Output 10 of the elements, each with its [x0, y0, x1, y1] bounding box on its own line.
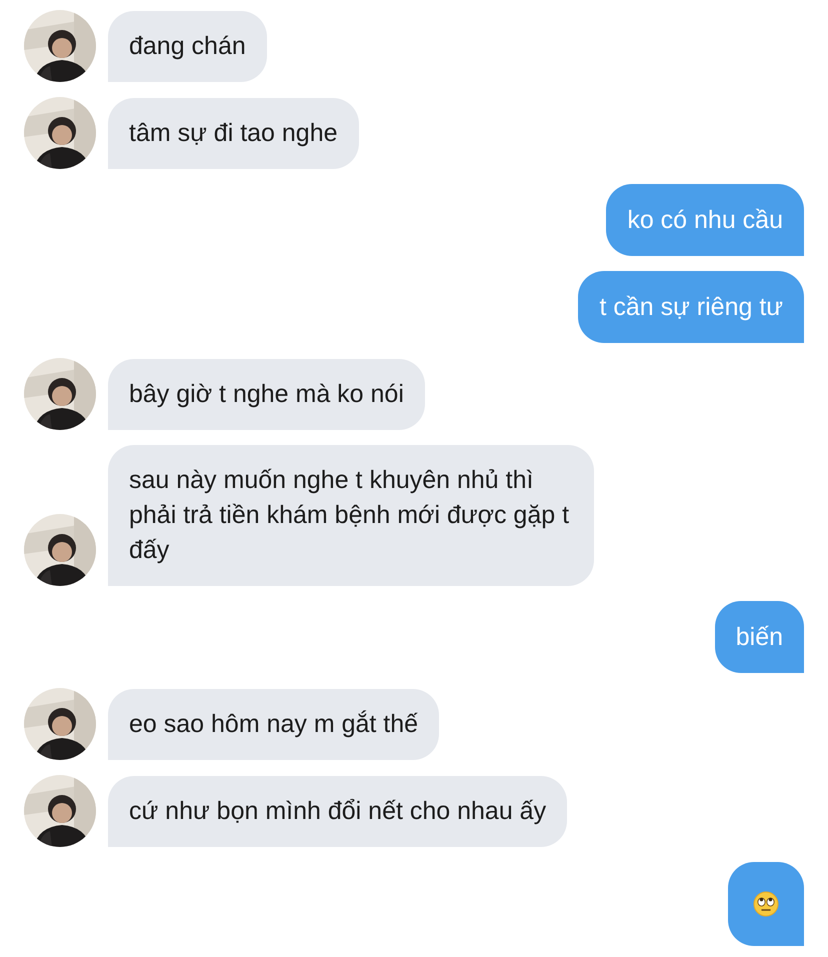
message-bubble: biến — [714, 601, 804, 673]
message-bubble: đang chán — [108, 11, 267, 82]
rolling-eyes-emoji-icon — [753, 891, 779, 917]
message-bubble: bây giờ t nghe mà ko nói — [108, 359, 425, 430]
message-bubble: cứ như bọn mình đổi nết cho nhau ấy — [108, 776, 568, 847]
message-bubble: tâm sự đi tao nghe — [108, 98, 359, 169]
message-bubble: sau này muốn nghe t khuyên nhủ thì phải trả tiền khám bệnh mới được gặp t đấy — [108, 445, 594, 586]
message-bubble: eo sao hôm nay m gắt thế — [108, 689, 440, 760]
message-bubble: t cần sự riêng tư — [578, 271, 804, 343]
message-bubble: ko có nhu cầu — [606, 184, 804, 256]
